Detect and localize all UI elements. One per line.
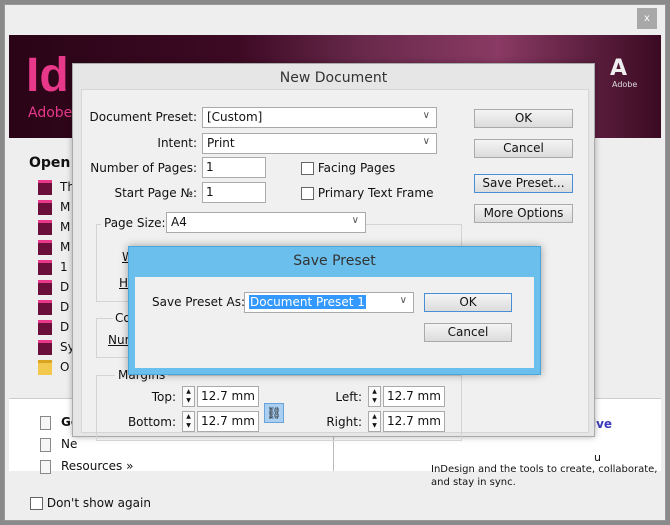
recent-file[interactable]: D — [38, 280, 69, 296]
file-label: D — [60, 280, 70, 294]
left-label: Left: — [335, 390, 362, 404]
dialog-title: New Document — [279, 70, 388, 86]
checkbox[interactable] — [301, 187, 314, 200]
file-label: D — [60, 300, 70, 314]
primary-text-frame-checkbox[interactable]: Primary Text Frame — [301, 186, 434, 200]
preset-name-value[interactable]: Document Preset 1 — [249, 295, 366, 309]
ok-button[interactable]: OK — [474, 109, 573, 128]
pages-label: Number of Pages: — [90, 161, 197, 175]
file-label: O — [60, 360, 70, 374]
cancel-button[interactable]: Cancel — [474, 139, 573, 158]
intent-dropdown[interactable]: Print ∨ — [202, 133, 437, 154]
document-icon — [40, 459, 51, 474]
checkbox-label: Primary Text Frame — [317, 186, 434, 200]
left-margin-input[interactable]: 12.7 mm — [383, 386, 445, 407]
document-icon — [40, 437, 51, 452]
document-preset-dropdown[interactable]: [Custom] ∨ — [202, 107, 437, 128]
recent-file[interactable]: M — [38, 220, 70, 236]
close-button[interactable]: x — [637, 8, 657, 29]
recent-file[interactable]: 1 — [38, 260, 68, 276]
left-stepper[interactable]: ▲ ▼ — [368, 386, 381, 407]
save-preset-as-label: Save Preset As: — [152, 295, 246, 309]
indesign-file-icon — [38, 220, 52, 235]
save-preset-button[interactable]: Save Preset... — [474, 174, 573, 193]
bottom-label: Bottom: — [127, 415, 176, 429]
document-preset-label: Document Preset: — [89, 110, 197, 124]
recent-file[interactable]: M — [38, 200, 70, 216]
top-stepper[interactable]: ▲ ▼ — [182, 386, 195, 407]
recent-file[interactable]: D — [38, 300, 69, 316]
right-margin-input[interactable]: 12.7 mm — [383, 411, 445, 432]
link-resources[interactable]: Resources » — [40, 459, 133, 474]
recent-file[interactable]: M — [38, 240, 70, 256]
link-margins-chain-icon[interactable]: ⛓ — [264, 403, 284, 423]
facing-pages-checkbox[interactable]: Facing Pages — [301, 161, 395, 175]
file-label: M — [60, 240, 71, 254]
bottom-margin-input[interactable]: 12.7 mm — [197, 411, 259, 432]
intent-label: Intent: — [157, 136, 197, 150]
promo-title[interactable]: ive — [592, 417, 612, 431]
indesign-file-icon — [38, 240, 52, 255]
dialog-title: Save Preset — [293, 253, 376, 269]
link-label: Resources » — [61, 459, 134, 473]
indesign-file-icon — [38, 320, 52, 335]
indesign-file-icon — [38, 260, 52, 275]
indesign-logo: Id — [26, 49, 69, 102]
chevron-down-icon: ∨ — [422, 110, 430, 121]
dont-show-again-checkbox[interactable]: Don't show again — [30, 496, 151, 510]
adobe-corner-text: Adobe — [612, 80, 638, 89]
indesign-file-icon — [38, 300, 52, 315]
indesign-file-icon — [38, 280, 52, 295]
start-page-input[interactable]: 1 — [202, 182, 266, 203]
recent-file[interactable]: Sy — [38, 340, 75, 356]
adobe-logo-icon: A — [610, 56, 628, 81]
dropdown-value: Print — [207, 136, 235, 150]
file-label: M — [60, 220, 71, 234]
top-label: Top: — [151, 390, 176, 404]
height-label: H — [119, 276, 129, 290]
checkbox-label: Don't show again — [46, 496, 151, 510]
ok-button[interactable]: OK — [424, 293, 512, 312]
dropdown-value: A4 — [171, 215, 187, 229]
link-new-features[interactable]: Ne — [40, 437, 77, 452]
indesign-file-icon — [38, 200, 52, 215]
more-options-button[interactable]: More Options — [474, 204, 573, 223]
promo-text: and stay in sync. — [431, 477, 516, 488]
right-label: Right: — [326, 415, 362, 429]
preset-name-combobox[interactable]: Document Preset 1 ∨ — [244, 292, 414, 313]
page-size-label: Page Size: — [101, 216, 169, 230]
document-icon — [40, 415, 51, 430]
file-label: 1 — [60, 260, 68, 274]
dropdown-value: [Custom] — [207, 110, 263, 124]
chevron-down-icon[interactable]: ∨ — [400, 295, 407, 306]
indesign-file-icon — [38, 340, 52, 355]
page-size-dropdown[interactable]: A4 ∨ — [166, 212, 366, 233]
cancel-button[interactable]: Cancel — [424, 323, 512, 342]
open-folder[interactable]: O — [38, 360, 69, 376]
file-label: M — [60, 200, 71, 214]
chevron-down-icon: ∨ — [351, 215, 359, 226]
recent-file[interactable]: D — [38, 320, 69, 336]
number-of-pages-input[interactable]: 1 — [202, 157, 266, 178]
file-label: D — [60, 320, 70, 334]
save-preset-dialog: Save Preset Save Preset As: Document Pre… — [128, 246, 541, 375]
top-margin-input[interactable]: 12.7 mm — [197, 386, 259, 407]
promo-text: InDesign and the tools to create, collab… — [431, 464, 658, 475]
right-stepper[interactable]: ▲ ▼ — [368, 411, 381, 432]
folder-icon — [38, 360, 52, 375]
checkbox-label: Facing Pages — [317, 161, 396, 175]
checkbox[interactable] — [301, 162, 314, 175]
bottom-stepper[interactable]: ▲ ▼ — [182, 411, 195, 432]
chevron-down-icon: ∨ — [422, 136, 430, 147]
start-page-label: Start Page №: — [114, 186, 197, 200]
link-label: Ne — [61, 437, 78, 451]
checkbox[interactable] — [30, 497, 43, 510]
promo-text: u — [594, 451, 601, 464]
